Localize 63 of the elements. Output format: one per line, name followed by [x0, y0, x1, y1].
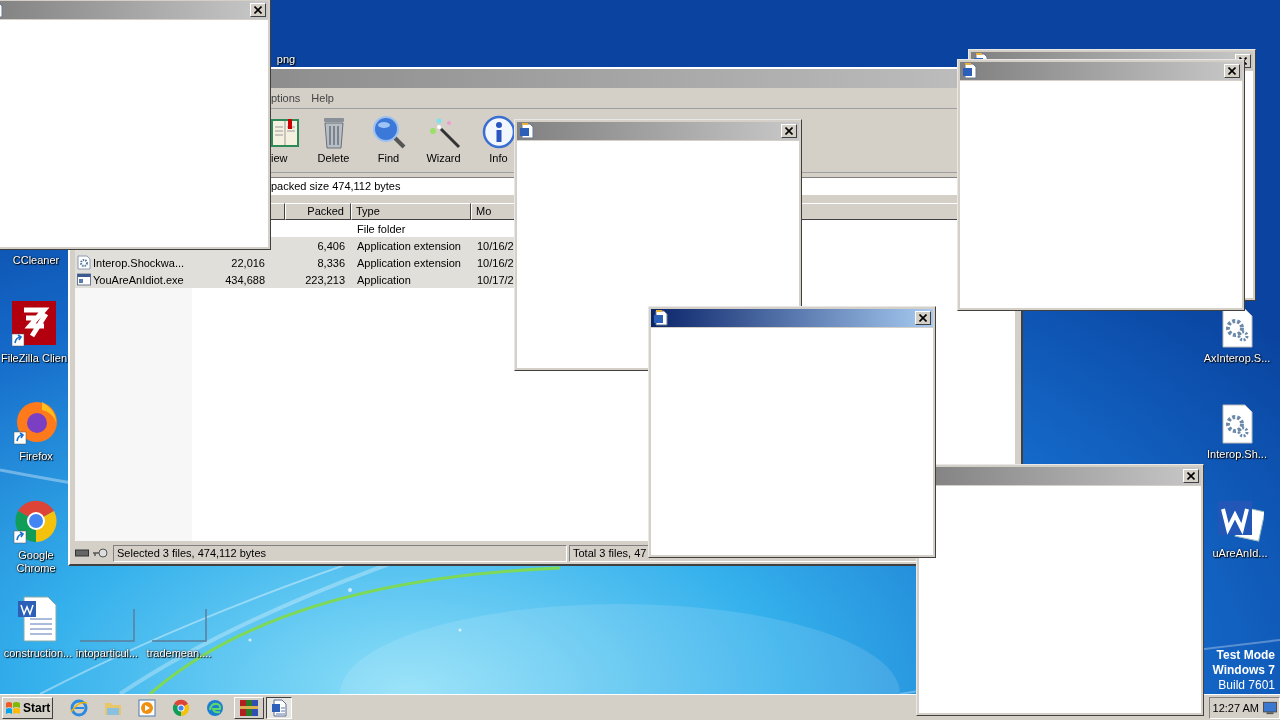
toolbar-button[interactable]: Delete — [306, 109, 361, 172]
file-size: 22,016 — [231, 256, 265, 269]
document-icon[interactable] — [16, 595, 60, 643]
toolbar-button[interactable]: Wizard — [416, 109, 471, 172]
search-icon — [371, 115, 406, 149]
document-icon — [519, 123, 535, 139]
file-type: Application extension — [357, 256, 461, 269]
document-icon — [271, 698, 287, 717]
close-icon — [254, 6, 262, 14]
close-button[interactable] — [1224, 64, 1240, 78]
packed-size: 6,406 — [317, 239, 345, 252]
toolbar-button[interactable]: Find — [361, 109, 416, 172]
close-icon — [1187, 472, 1195, 480]
program-icon — [77, 272, 91, 287]
toolbar-button[interactable]: iew — [271, 109, 306, 172]
file-name: YouAreAnIdiot.exe — [93, 273, 184, 286]
close-icon — [919, 314, 927, 322]
clock-text: 12:27 AM — [1212, 701, 1259, 714]
close-icon — [1228, 67, 1236, 75]
file-type: File folder — [357, 222, 406, 235]
menu-item[interactable]: Help — [311, 92, 334, 104]
test-mode-text: Windows 7 — [1212, 663, 1275, 678]
file-type: Application — [357, 273, 411, 286]
file-date: 10/16/2 — [477, 239, 514, 252]
packed-size: 8,336 — [317, 256, 345, 269]
column-header[interactable]: Type — [351, 203, 471, 220]
icon-label[interactable]: png — [276, 53, 296, 66]
test-mode-text: Test Mode — [1216, 648, 1275, 663]
close-icon — [785, 127, 793, 135]
packed-size: 223,213 — [305, 273, 345, 286]
books-icon — [239, 698, 259, 717]
key-icon — [92, 548, 108, 558]
flag-icon — [5, 699, 21, 716]
gear-file-icon — [77, 255, 91, 270]
file-date: 10/17/2 — [477, 273, 514, 286]
close-button[interactable] — [250, 3, 266, 17]
info-icon — [481, 115, 516, 149]
monitor-icon[interactable] — [1263, 700, 1277, 715]
icon-label[interactable]: AxInterop.S... — [1203, 352, 1271, 365]
tricolor-circle-icon[interactable] — [172, 698, 190, 717]
file-type: Application extension — [357, 239, 461, 252]
close-button[interactable] — [1183, 469, 1199, 483]
icon-label[interactable]: Firefox — [19, 450, 53, 463]
status-text: Selected 3 files, 474,112 bytes — [113, 544, 567, 562]
start-button[interactable]: Start — [2, 696, 53, 719]
taskbar-button[interactable] — [266, 696, 292, 719]
file-name: Interop.Shockwa... — [93, 256, 185, 269]
close-button[interactable] — [915, 311, 931, 325]
icon-label[interactable]: uAreAnId... — [1212, 547, 1268, 560]
icon-label[interactable]: FileZilla Clien — [1, 352, 67, 365]
file-size: 434,688 — [225, 273, 265, 286]
document-icon — [962, 63, 978, 79]
document-icon — [653, 310, 669, 326]
close-button[interactable] — [781, 124, 797, 138]
icon-label[interactable]: CCleaner — [12, 254, 60, 267]
menu-item[interactable]: ptions — [271, 92, 301, 104]
drive-icon — [75, 549, 89, 557]
swirl-icon[interactable] — [206, 698, 224, 717]
icon-label[interactable]: Interop.Sh... — [1207, 448, 1267, 461]
column-header[interactable]: Packed — [285, 203, 351, 220]
test-mode-text: Build 7601 — [1218, 678, 1275, 693]
app-tile-icon[interactable] — [10, 300, 58, 348]
file-date: 10/16/2 — [477, 256, 514, 269]
